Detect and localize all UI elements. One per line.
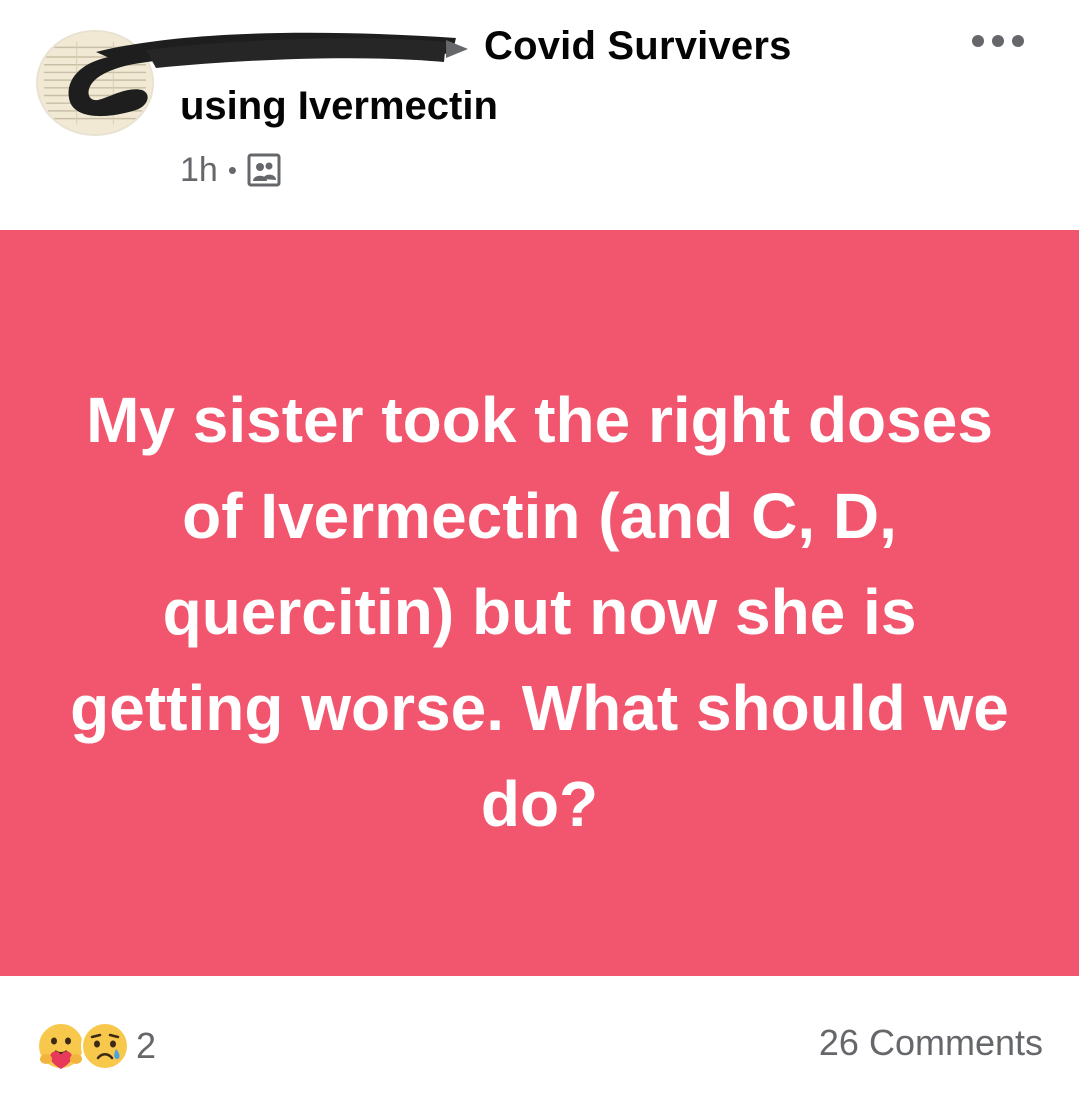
post-meta: 1h • xyxy=(180,148,281,192)
reaction-count: 2 xyxy=(136,1025,157,1066)
more-dot xyxy=(1012,35,1024,47)
group-name-continued[interactable]: using Ivermectin xyxy=(180,84,498,129)
post-footer: 2 26 Comments xyxy=(0,976,1079,1099)
meta-separator: • xyxy=(227,154,237,185)
reactions-summary[interactable]: 2 xyxy=(36,1021,156,1071)
facebook-post: Covid Survivers using Ivermectin 1h • My… xyxy=(0,0,1079,1099)
post-header: Covid Survivers using Ivermectin 1h • xyxy=(0,0,1079,230)
shared-to-arrow-icon xyxy=(446,40,468,58)
sad-reaction-icon xyxy=(81,1022,129,1070)
post-timestamp[interactable]: 1h xyxy=(180,151,218,190)
more-dot xyxy=(972,35,984,47)
post-body: My sister took the right doses of Iverme… xyxy=(0,230,1079,976)
post-text: My sister took the right doses of Iverme… xyxy=(70,384,1009,840)
group-name[interactable]: Covid Survivers xyxy=(484,24,792,69)
group-audience-icon[interactable] xyxy=(247,153,281,187)
more-options-icon[interactable] xyxy=(968,26,1028,56)
more-dot xyxy=(992,35,1004,47)
care-reaction-icon xyxy=(37,1022,85,1070)
comments-count-link[interactable]: 26 Comments xyxy=(819,1022,1043,1064)
